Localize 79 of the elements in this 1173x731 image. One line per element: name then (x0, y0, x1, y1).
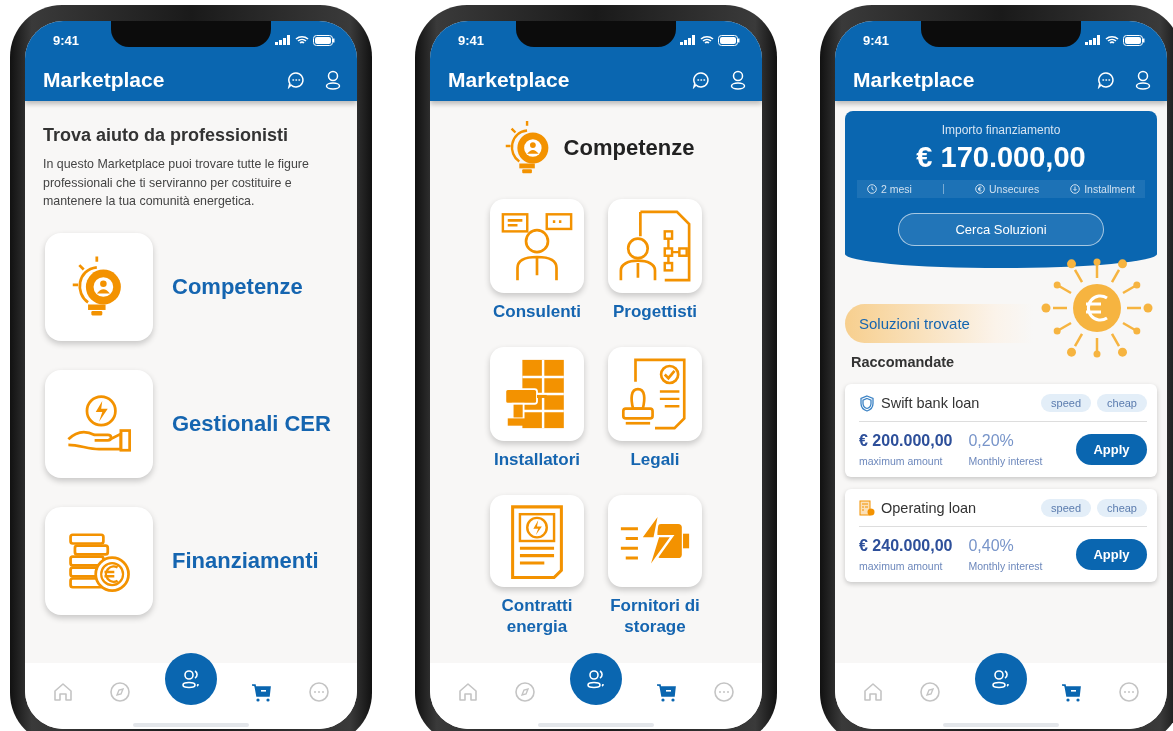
user-icon[interactable] (1135, 70, 1151, 90)
people-button[interactable] (975, 653, 1027, 705)
category-label[interactable]: Progettisti (612, 301, 698, 322)
detail-text: Unsecures (988, 183, 1040, 195)
user-icon[interactable] (325, 70, 341, 90)
intro-text: In questo Marketplace puoi trovare tutte le figure professionali che ti serviranno per costituire e mantenere la tua comunità energetica. (43, 156, 310, 210)
shield-icon (859, 394, 875, 412)
wifi-icon (295, 35, 309, 45)
category-tile[interactable] (490, 495, 584, 587)
amount-value: € 170.000,00 (916, 141, 1086, 174)
category-tile[interactable] (490, 199, 584, 293)
category-label[interactable]: Finanziamenti (172, 547, 319, 574)
detail-text: Installment (1084, 183, 1135, 195)
max-amount: € 240.000,00 (859, 537, 953, 555)
loan-name: Operating loan (881, 500, 978, 516)
category-label[interactable]: Installatori (494, 449, 580, 470)
chat-icon[interactable] (287, 71, 305, 89)
more-icon[interactable] (306, 680, 331, 704)
page-heading: Trova aiuto da professionisti (43, 125, 290, 146)
category-label[interactable]: Fornitori di storage (596, 595, 714, 637)
section-title: Competenze (563, 135, 695, 161)
more-icon[interactable] (711, 680, 736, 704)
section-heading: Raccomandate (851, 354, 956, 370)
apply-button[interactable]: Apply (1076, 539, 1147, 570)
apply-button[interactable]: Apply (1076, 434, 1147, 465)
signal-icon (680, 35, 696, 45)
app-title: Marketplace (853, 68, 976, 92)
tag: speed (1041, 499, 1091, 517)
chat-icon[interactable] (1097, 71, 1115, 89)
calculator-icon (859, 499, 875, 517)
compass-icon[interactable] (918, 680, 943, 704)
category-label[interactable]: Consulenti (493, 301, 581, 322)
compass-icon[interactable] (108, 680, 133, 704)
status-time: 9:41 (863, 32, 890, 48)
category-tile[interactable] (490, 347, 584, 441)
tag: speed (1041, 394, 1091, 412)
interest-rate: 0,20% (968, 432, 1015, 450)
category-label[interactable]: Competenze (172, 273, 303, 300)
user-icon[interactable] (730, 70, 746, 90)
loan-name: Swift bank loan (881, 395, 981, 411)
status-time: 9:41 (53, 32, 80, 48)
app-title: Marketplace (43, 68, 166, 92)
people-button[interactable] (165, 653, 217, 705)
category-label[interactable]: Contratti energia (478, 595, 596, 637)
battery-icon (718, 34, 740, 46)
amount-caption: maximum amount (859, 455, 944, 467)
app-title: Marketplace (448, 68, 571, 92)
category-label[interactable]: Legali (630, 449, 680, 470)
download-icon (1070, 184, 1081, 194)
category-tile[interactable] (608, 199, 702, 293)
signal-icon (1085, 35, 1101, 45)
chat-icon[interactable] (692, 71, 710, 89)
tag: cheap (1097, 499, 1147, 517)
battery-icon (313, 34, 335, 46)
category-tile[interactable] (45, 506, 153, 615)
amount-caption: maximum amount (859, 560, 944, 572)
status-time: 9:41 (458, 32, 485, 48)
search-solutions-button[interactable]: Cerca Soluzioni (898, 213, 1104, 246)
detail-text: 2 mesi (881, 183, 912, 195)
wifi-icon (1105, 35, 1119, 45)
euro-icon (974, 184, 985, 194)
category-label[interactable]: Gestionali CER (172, 410, 331, 437)
people-button[interactable] (570, 653, 622, 705)
category-tile[interactable] (45, 369, 153, 478)
wifi-icon (700, 35, 714, 45)
amount-label: Importo finanziamento (941, 123, 1061, 137)
category-tile[interactable] (608, 347, 702, 441)
tag: cheap (1097, 394, 1147, 412)
category-tile[interactable] (45, 232, 153, 341)
interest-caption: Monthly interest (968, 560, 1043, 572)
more-icon[interactable] (1116, 680, 1141, 704)
max-amount: € 200.000,00 (859, 432, 953, 450)
compass-icon[interactable] (513, 680, 538, 704)
battery-icon (1123, 34, 1145, 46)
clock-icon (867, 184, 877, 194)
interest-caption: Monthly interest (968, 455, 1043, 467)
interest-rate: 0,40% (968, 537, 1015, 555)
signal-icon (275, 35, 291, 45)
category-tile[interactable] (608, 495, 702, 587)
